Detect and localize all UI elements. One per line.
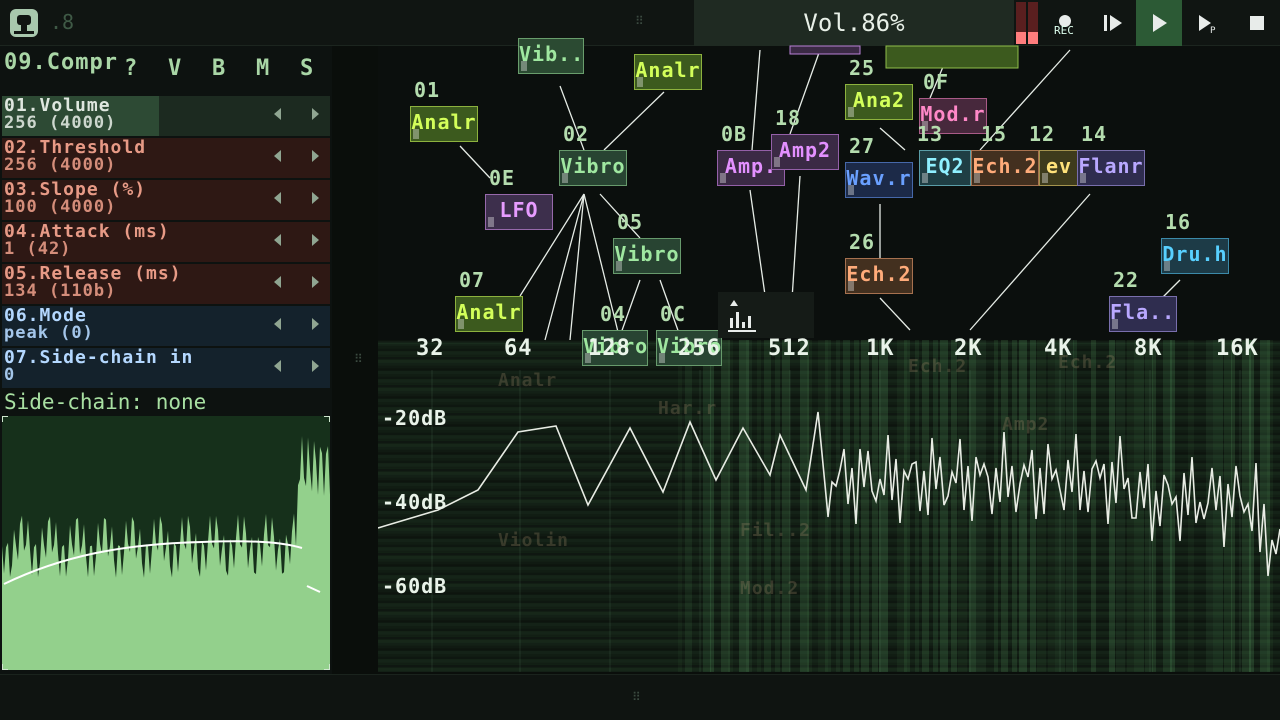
frequency-tick-label: 32	[416, 336, 445, 361]
module-id-label: 05	[617, 210, 644, 234]
module-level-bar	[1164, 261, 1170, 271]
module-name: Ana2	[852, 88, 906, 112]
module-id-label: 0B	[721, 122, 748, 146]
module-node[interactable]: Analr	[410, 106, 478, 142]
analyzer-toggle-button[interactable]	[718, 292, 814, 338]
module-level-bar	[848, 185, 854, 195]
module-node[interactable]: Fla..2	[1109, 296, 1177, 332]
faded-module-label: Har.r	[658, 398, 718, 419]
frequency-tick-label: 128	[588, 336, 631, 361]
module-node[interactable]: Vibro	[559, 150, 627, 186]
module-id-label: 12	[1029, 122, 1056, 146]
bar-chart-icon	[728, 300, 756, 332]
module-node[interactable]: Amp2	[771, 134, 839, 170]
module-level-bar	[1080, 173, 1086, 183]
module-name: Vib..2	[519, 42, 584, 66]
db-tick-label: -60dB	[382, 574, 448, 598]
module-id-label: 25	[849, 56, 876, 80]
module-level-bar	[848, 107, 854, 117]
module-node[interactable]: Analr	[634, 54, 702, 90]
module-level-bar	[659, 353, 665, 363]
module-node[interactable]: Vib..2	[518, 38, 584, 74]
module-name: Ech.2	[846, 262, 912, 286]
module-node[interactable]: Analr	[455, 296, 523, 332]
module-name: Dru.h	[1162, 242, 1228, 266]
module-node[interactable]: Ech.2	[971, 150, 1039, 186]
module-level-bar	[848, 281, 854, 291]
faded-module-label: Analr	[498, 370, 558, 391]
module-node[interactable]: Flanr	[1077, 150, 1145, 186]
frequency-tick-label: 2K	[954, 336, 983, 361]
db-tick-label: -40dB	[382, 490, 448, 514]
module-node[interactable]: Wav.r	[845, 162, 913, 198]
module-name: Flanr	[1078, 154, 1144, 178]
module-id-label: 15	[981, 122, 1008, 146]
module-node[interactable]: Vibro	[613, 238, 681, 274]
module-level-bar	[720, 173, 726, 183]
module-level-bar	[616, 261, 622, 271]
faded-module-label: Fil..2	[740, 520, 812, 541]
module-level-bar	[1042, 173, 1048, 183]
module-name: Amp.	[724, 154, 778, 178]
module-id-label: 0C	[660, 302, 687, 326]
module-id-label: 07	[459, 268, 486, 292]
module-id-label: 02	[563, 122, 590, 146]
module-name: ev	[1045, 154, 1073, 178]
module-node[interactable]: Dru.h	[1161, 238, 1229, 274]
module-node[interactable]: Ana2	[845, 84, 913, 120]
module-name: Wav.r	[846, 166, 912, 190]
module-id-label: 18	[775, 106, 802, 130]
frequency-tick-label: 256	[678, 336, 721, 361]
module-level-bar	[974, 173, 980, 183]
module-id-label: 27	[849, 134, 876, 158]
frequency-tick-label: 8K	[1134, 336, 1163, 361]
module-level-bar	[413, 129, 419, 139]
faded-module-label: Amp2	[1002, 414, 1050, 435]
module-name: EQ2	[925, 154, 965, 178]
faded-module-label: Violin	[498, 530, 570, 551]
module-level-bar	[488, 217, 494, 227]
module-node[interactable]: Ech.2	[845, 258, 913, 294]
module-id-label: 04	[600, 302, 627, 326]
module-level-bar	[458, 319, 464, 329]
module-name: LFO	[499, 198, 539, 222]
module-name: Analr	[456, 300, 522, 324]
module-id-label: 0F	[923, 70, 950, 94]
module-name: Vibro	[560, 154, 626, 178]
frequency-tick-label: 512	[768, 336, 811, 361]
frequency-tick-label: 16K	[1216, 336, 1259, 361]
module-id-label: 26	[849, 230, 876, 254]
module-name: Ech.2	[972, 154, 1038, 178]
module-id-label: 0E	[489, 166, 516, 190]
faded-module-label: Mod.2	[740, 578, 800, 599]
db-tick-label: -20dB	[382, 406, 448, 430]
module-level-bar	[562, 173, 568, 183]
frequency-tick-label: 4K	[1044, 336, 1073, 361]
module-id-label: 13	[917, 122, 944, 146]
module-id-label: 16	[1165, 210, 1192, 234]
module-node[interactable]: ev	[1039, 150, 1079, 186]
module-node[interactable]: LFO	[485, 194, 553, 230]
module-level-bar	[637, 77, 643, 87]
module-level-bar	[521, 61, 527, 71]
module-level-bar	[1112, 319, 1118, 329]
module-id-label: 01	[414, 78, 441, 102]
module-node[interactable]: EQ2	[919, 150, 971, 186]
module-name: Analr	[635, 58, 701, 82]
frequency-tick-label: 64	[504, 336, 533, 361]
frequency-tick-label: 1K	[866, 336, 895, 361]
module-level-bar	[922, 173, 928, 183]
module-id-label: 22	[1113, 268, 1140, 292]
module-name: Fla..2	[1110, 300, 1176, 324]
drag-handle-bottom[interactable]: ⠿	[632, 690, 641, 704]
module-level-bar	[774, 157, 780, 167]
module-name: Vibro	[614, 242, 680, 266]
module-name: Amp2	[778, 138, 832, 162]
module-name: Analr	[411, 110, 477, 134]
module-id-label: 14	[1081, 122, 1108, 146]
